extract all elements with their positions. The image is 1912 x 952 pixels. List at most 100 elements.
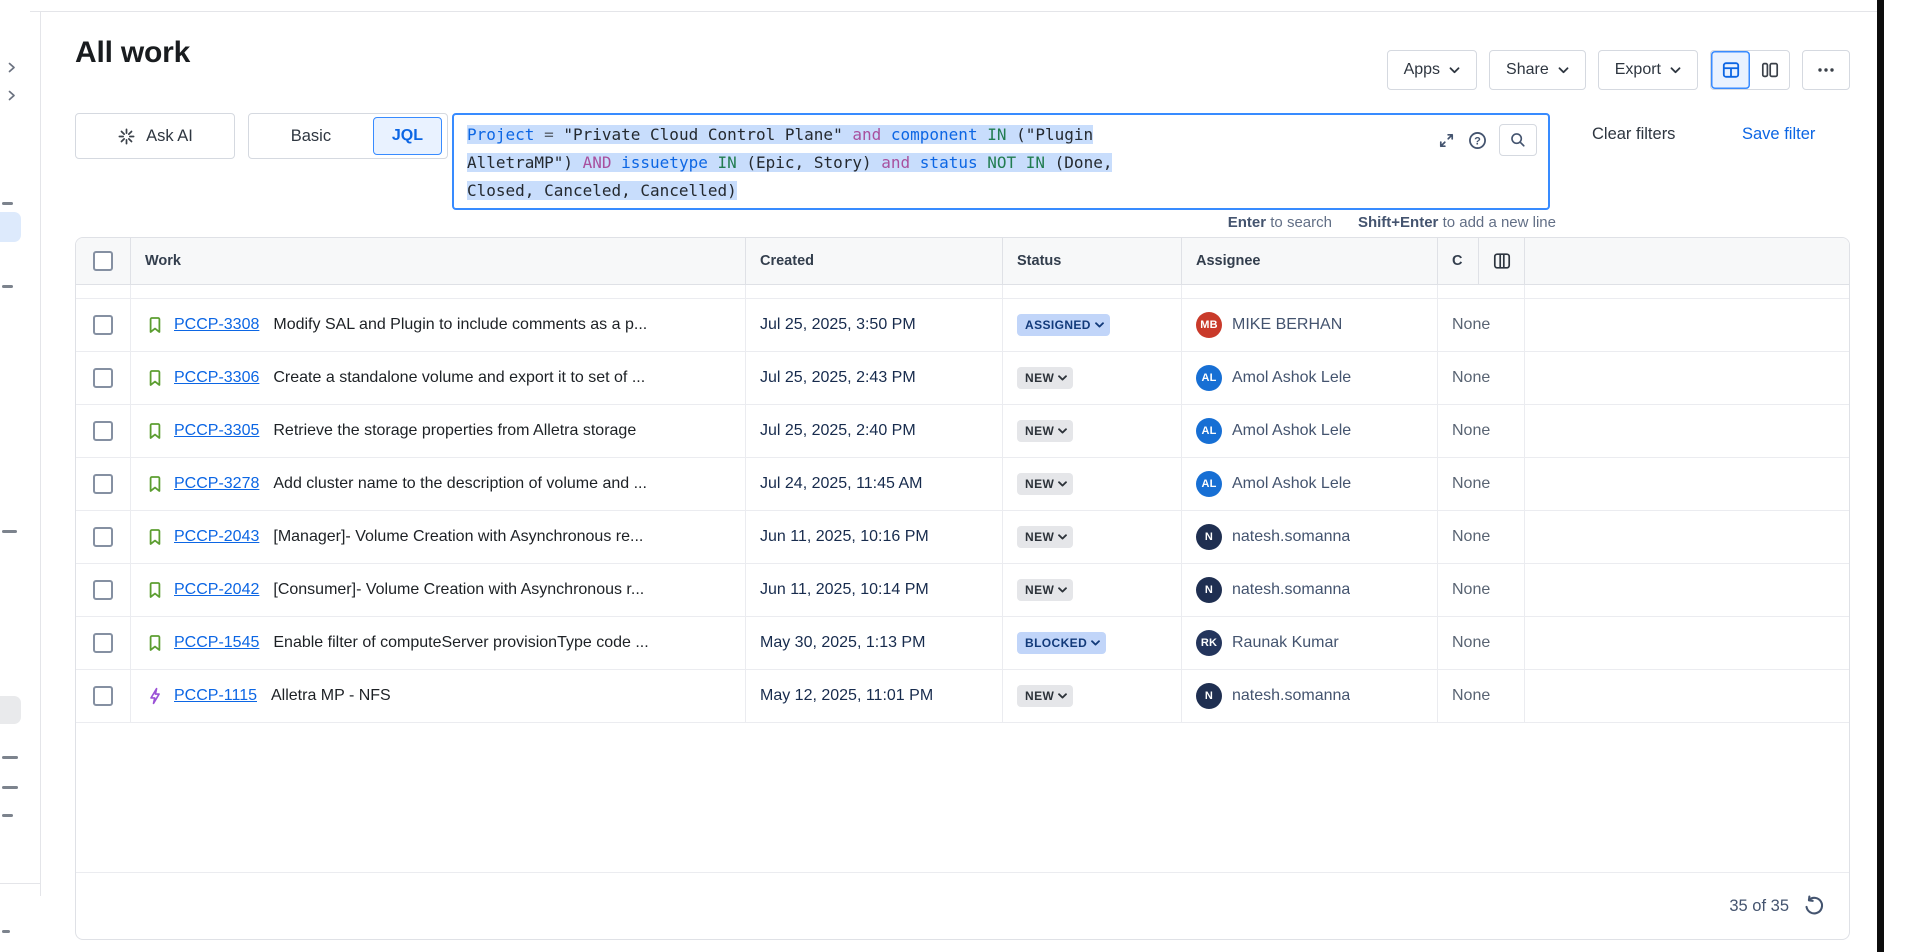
list-view-button[interactable] xyxy=(1711,51,1750,89)
expand-editor-button[interactable] xyxy=(1437,131,1456,150)
page-title: All work xyxy=(75,36,190,70)
row-filler xyxy=(1525,670,1849,722)
table-row: PCCP-1115 Alletra MP - NFS May 12, 2025,… xyxy=(76,670,1849,723)
extra-cell: None xyxy=(1438,299,1525,351)
status-badge[interactable]: NEW xyxy=(1017,526,1073,548)
row-checkbox[interactable] xyxy=(93,368,113,388)
issue-key-link[interactable]: PCCP-1545 xyxy=(174,634,259,652)
extra-cell: None xyxy=(1438,617,1525,669)
issue-key-link[interactable]: PCCP-3278 xyxy=(174,475,259,493)
row-checkbox[interactable] xyxy=(93,527,113,547)
story-icon xyxy=(145,421,165,441)
refresh-button[interactable] xyxy=(1803,895,1825,917)
header-filler xyxy=(1525,238,1849,284)
issue-key-link[interactable]: PCCP-2042 xyxy=(174,581,259,599)
sidebar-item-fragment xyxy=(2,285,13,288)
more-icon xyxy=(1816,60,1836,80)
sidebar-selected-item[interactable] xyxy=(0,212,21,242)
status-cell: NEW xyxy=(1003,564,1182,616)
table-empty-area xyxy=(76,723,1849,872)
share-button[interactable]: Share xyxy=(1489,50,1586,90)
issue-title: Alletra MP - NFS xyxy=(271,687,391,705)
row-checkbox[interactable] xyxy=(93,633,113,653)
select-all-checkbox[interactable] xyxy=(93,251,113,271)
status-badge[interactable]: BLOCKED xyxy=(1017,632,1106,654)
row-select-cell xyxy=(76,458,131,510)
status-badge[interactable]: NEW xyxy=(1017,579,1073,601)
column-header-status[interactable]: Status xyxy=(1003,238,1182,284)
table-row: PCCP-3278 Add cluster name to the descri… xyxy=(76,458,1849,511)
assignee-name: MIKE BERHAN xyxy=(1232,316,1342,334)
row-checkbox[interactable] xyxy=(93,315,113,335)
jql-search-input[interactable]: Project = "Private Cloud Control Plane" … xyxy=(452,113,1550,210)
assignee-name: natesh.somanna xyxy=(1232,528,1350,546)
hint-enter-text: to search xyxy=(1266,214,1332,231)
detail-view-button[interactable] xyxy=(1750,51,1789,89)
extra-cell: None xyxy=(1438,511,1525,563)
sidebar-cutoff xyxy=(0,12,41,896)
created-cell: Jul 25, 2025, 3:50 PM xyxy=(746,299,1003,351)
status-badge[interactable]: NEW xyxy=(1017,473,1073,495)
clear-filters-button[interactable]: Clear filters xyxy=(1592,125,1675,144)
extra-cell: None xyxy=(1438,352,1525,404)
save-filter-button[interactable]: Save filter xyxy=(1742,125,1815,144)
table-row: PCCP-2043 [Manager]- Volume Creation wit… xyxy=(76,511,1849,564)
row-checkbox[interactable] xyxy=(93,421,113,441)
sidebar-hovered-item[interactable] xyxy=(0,696,21,724)
column-header-work[interactable]: Work xyxy=(131,238,746,284)
hint-enter-key: Enter xyxy=(1228,214,1266,231)
issue-key-link[interactable]: PCCP-3306 xyxy=(174,369,259,387)
work-cell: PCCP-1115 Alletra MP - NFS xyxy=(131,670,746,722)
assignee-cell[interactable]: MB MIKE BERHAN xyxy=(1182,299,1438,351)
status-badge[interactable]: NEW xyxy=(1017,420,1073,442)
row-select-cell xyxy=(76,564,131,616)
status-badge[interactable]: NEW xyxy=(1017,685,1073,707)
avatar: RK xyxy=(1196,630,1222,656)
created-cell: Jul 25, 2025, 2:43 PM xyxy=(746,352,1003,404)
top-divider xyxy=(30,11,1877,12)
search-hint: Enter to searchShift+Enter to add a new … xyxy=(452,214,1556,231)
status-cell: NEW xyxy=(1003,511,1182,563)
sidebar-item-fragment xyxy=(2,786,18,789)
chevron-right-icon[interactable] xyxy=(8,62,16,73)
work-cell: PCCP-2042 [Consumer]- Volume Creation wi… xyxy=(131,564,746,616)
basic-mode-tab[interactable]: Basic xyxy=(249,127,373,146)
status-badge[interactable]: NEW xyxy=(1017,367,1073,389)
assignee-cell[interactable]: N natesh.somanna xyxy=(1182,564,1438,616)
table-row: PCCP-3308 Modify SAL and Plugin to inclu… xyxy=(76,299,1849,352)
column-header-created[interactable]: Created xyxy=(746,238,1003,284)
issue-key-link[interactable]: PCCP-3308 xyxy=(174,316,259,334)
row-checkbox[interactable] xyxy=(93,686,113,706)
row-checkbox[interactable] xyxy=(93,474,113,494)
assignee-cell[interactable]: AL Amol Ashok Lele xyxy=(1182,405,1438,457)
row-checkbox[interactable] xyxy=(93,580,113,600)
export-button[interactable]: Export xyxy=(1598,50,1698,90)
run-search-button[interactable] xyxy=(1499,124,1537,156)
status-badge[interactable]: ASSIGNED xyxy=(1017,314,1110,336)
assignee-cell[interactable]: AL Amol Ashok Lele xyxy=(1182,352,1438,404)
apps-button[interactable]: Apps xyxy=(1387,50,1477,90)
row-filler xyxy=(1525,299,1849,351)
jql-mode-tab[interactable]: JQL xyxy=(373,117,442,155)
issue-key-link[interactable]: PCCP-2043 xyxy=(174,528,259,546)
ask-ai-button[interactable]: Ask AI xyxy=(75,113,235,159)
table-footer: 35 of 35 xyxy=(76,872,1849,939)
chevron-down-icon xyxy=(1670,67,1681,74)
chevron-down-icon xyxy=(1058,534,1067,540)
assignee-cell[interactable]: RK Raunak Kumar xyxy=(1182,617,1438,669)
assignee-cell[interactable]: N natesh.somanna xyxy=(1182,670,1438,722)
column-header-assignee[interactable]: Assignee xyxy=(1182,238,1438,284)
columns-settings-button[interactable] xyxy=(1492,251,1512,271)
assignee-name: Amol Ashok Lele xyxy=(1232,422,1351,440)
jql-input-actions: ? xyxy=(1437,124,1537,156)
assignee-cell[interactable]: N natesh.somanna xyxy=(1182,511,1438,563)
column-header-clipped[interactable]: C xyxy=(1438,238,1479,284)
issue-key-link[interactable]: PCCP-1115 xyxy=(174,687,257,705)
syntax-help-button[interactable]: ? xyxy=(1467,130,1488,151)
story-icon xyxy=(145,315,165,335)
issue-key-link[interactable]: PCCP-3305 xyxy=(174,422,259,440)
more-actions-button[interactable] xyxy=(1802,50,1850,90)
story-icon xyxy=(145,633,165,653)
chevron-right-icon[interactable] xyxy=(8,90,16,101)
assignee-cell[interactable]: AL Amol Ashok Lele xyxy=(1182,458,1438,510)
